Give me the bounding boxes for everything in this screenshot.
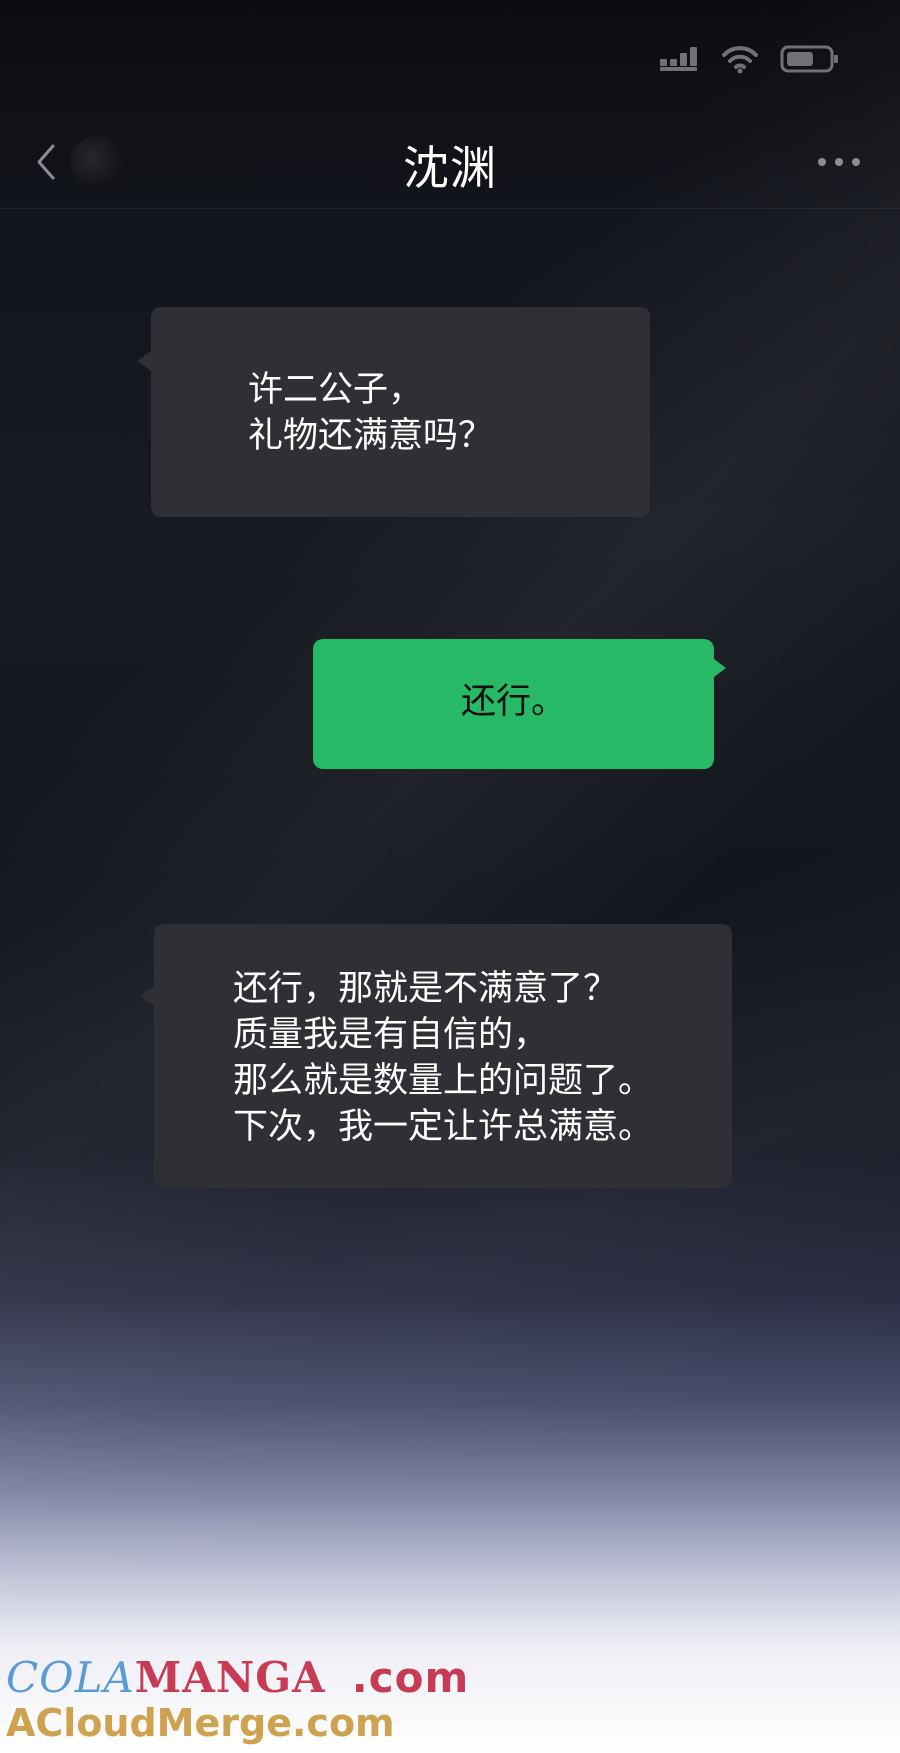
message-text: 许二公子， 礼物还满意吗？ [248, 370, 494, 456]
chat-title: 沈渊 [403, 141, 497, 195]
signal-icon [660, 45, 700, 77]
watermark-manga: MANGA [134, 1653, 326, 1702]
watermark: COLAMANGA .com ACloudMerge.com [6, 1655, 469, 1746]
message-bubble-incoming[interactable]: 还行，那就是不满意了？ 质量我是有自信的， 那么就是数量上的问题了。 下次，我一… [140, 924, 732, 1188]
chat-header: 沈渊 [0, 118, 900, 209]
more-dots-icon [818, 158, 860, 166]
message-text: 还行。 [460, 682, 566, 722]
watermark-com: .com [351, 1653, 470, 1702]
wifi-icon [720, 44, 760, 78]
message-bubble-incoming[interactable]: 许二公子， 礼物还满意吗？ [137, 307, 650, 517]
battery-icon [780, 44, 840, 78]
watermark-line-1: COLAMANGA .com [6, 1655, 469, 1701]
status-bar [660, 44, 840, 78]
message-bubble-outgoing[interactable]: 还行。 [313, 639, 726, 769]
more-button[interactable] [814, 140, 864, 184]
message-text: 还行，那就是不满意了？ 质量我是有自信的， 那么就是数量上的问题了。 下次，我一… [233, 969, 654, 1147]
watermark-line-2: ACloudMerge.com [6, 1701, 395, 1745]
background-sheen [0, 0, 900, 1753]
watermark-cola: COLA [6, 1653, 135, 1702]
